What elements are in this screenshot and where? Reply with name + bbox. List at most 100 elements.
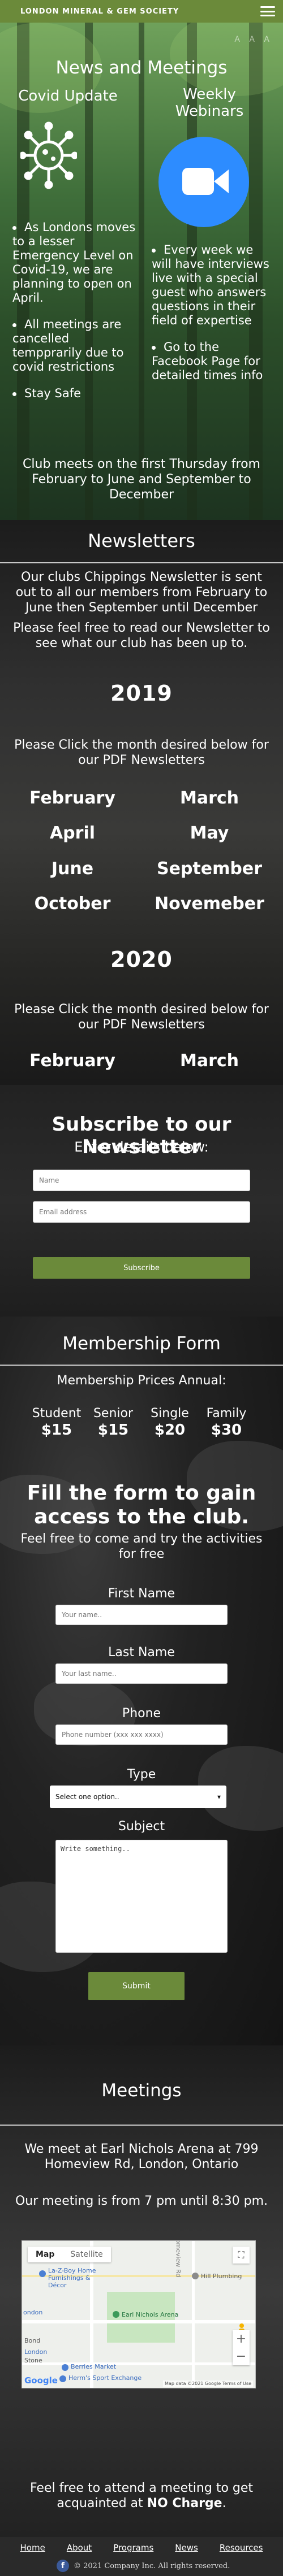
google-logo: Google: [24, 2375, 58, 2386]
meeting-time: Our meeting is from 7 pm until 8:30 pm.: [15, 2194, 268, 2208]
meeting-schedule-note: Club meets on the first Thursday from Fe…: [23, 457, 260, 502]
newsletter-prompt-2019: Please Click the month desired below for…: [14, 738, 269, 767]
newsletter-link-mar-2020[interactable]: March: [153, 1051, 266, 1071]
newsletters-section: Newsletters Our clubs Chippings Newslett…: [0, 520, 283, 1085]
site-brand[interactable]: LONDON MINERAL & GEM SOCIETY: [20, 7, 179, 16]
subscribe-button[interactable]: Subscribe: [33, 1257, 250, 1279]
newsletter-link-may-2019[interactable]: May: [153, 823, 266, 843]
google-map[interactable]: Map Satellite ⛶ La-Z-Boy Home Furnishing…: [22, 2240, 256, 2388]
last-name-input[interactable]: Your last name..: [55, 1663, 228, 1684]
last-name-label: Last Name: [108, 1645, 175, 1660]
price-single-label: Single: [151, 1406, 189, 1421]
map-label-lazboy: La-Z-Boy Home Furnishings & Décor: [48, 2267, 96, 2289]
footer-link-news[interactable]: News: [175, 2543, 198, 2553]
footer-nav: Home About Programs News Resources: [0, 2543, 283, 2553]
map-pin-icon[interactable]: [59, 2375, 66, 2382]
list-item: Every week we will have interviews live …: [152, 243, 269, 327]
meetings-section: Meetings We meet at Earl Nichols Arena a…: [0, 2045, 283, 2537]
virus-icon: [20, 121, 77, 189]
fullscreen-icon[interactable]: ⛶: [233, 2247, 250, 2264]
newsletter-link-feb-2019[interactable]: February: [16, 788, 129, 808]
list-item: All meetings are cancelled tempprarily d…: [12, 318, 124, 373]
accessibility-text-size[interactable]: A A A: [234, 35, 273, 44]
phone-input[interactable]: Phone number (xxx xxx xxxx): [55, 1724, 228, 1745]
map-label-homeview: Homeview Rd: [174, 2240, 182, 2278]
video-camera-icon: [158, 137, 249, 227]
map-tab-satellite[interactable]: Satellite: [62, 2247, 110, 2262]
first-name-input[interactable]: Your name..: [55, 1605, 228, 1625]
footer-link-programs[interactable]: Programs: [113, 2543, 153, 2553]
map-label-london: London: [24, 2348, 48, 2356]
divider: [0, 1365, 283, 1366]
price-senior-label: Senior: [93, 1406, 134, 1421]
footer: Home About Programs News Resources f © 2…: [0, 2537, 283, 2576]
map-type-tabs: Map Satellite: [28, 2247, 111, 2262]
newsletter-link-jun-2019[interactable]: June: [16, 859, 129, 879]
list-item: Stay Safe: [12, 386, 137, 401]
facebook-icon[interactable]: f: [57, 2560, 69, 2572]
map-pin-icon[interactable]: [192, 2273, 199, 2279]
newsletters-title: Newsletters: [88, 530, 195, 551]
subscribe-email-input[interactable]: Email address: [33, 1201, 250, 1223]
newsletter-link-feb-2020[interactable]: February: [16, 1051, 129, 1071]
membership-title: Membership Form: [62, 1333, 221, 1354]
map-pin-icon[interactable]: [113, 2311, 119, 2318]
newsletter-link-nov-2019[interactable]: Novemeber: [153, 894, 266, 914]
membership-type-select[interactable]: Select one option.. ▾: [50, 1786, 226, 1808]
map-tab-map[interactable]: Map: [28, 2247, 62, 2262]
newsletter-link-sep-2019[interactable]: September: [153, 859, 266, 879]
map-pin-icon[interactable]: [62, 2364, 68, 2371]
membership-section: Membership Form Membership Prices Annual…: [0, 1317, 283, 2045]
first-name-label: First Name: [108, 1587, 175, 1601]
subject-label: Subject: [118, 1819, 165, 1834]
year-2019-heading: 2019: [110, 681, 173, 706]
type-label: Type: [127, 1767, 156, 1782]
price-senior-value: $15: [97, 1422, 129, 1439]
subscribe-subtitle: Enter details below:: [74, 1139, 209, 1155]
map-label-arena: Earl Nichols Arena: [122, 2311, 179, 2318]
zoom-in-icon[interactable]: +: [233, 2330, 250, 2348]
submit-button[interactable]: Submit: [88, 1972, 185, 2000]
footer-link-home[interactable]: Home: [20, 2543, 45, 2553]
top-nav-bar: LONDON MINERAL & GEM SOCIETY: [0, 0, 283, 23]
map-label-ondon: ondon: [23, 2309, 43, 2316]
divider: [0, 562, 283, 563]
map-label-bond: Bond: [24, 2337, 41, 2344]
news-section: A A A News and Meetings Covid Update Wee…: [0, 23, 283, 520]
covid-list: As Londons moves to a lesser Emergency L…: [12, 220, 137, 413]
price-single-value: $20: [154, 1422, 186, 1439]
newsletter-invite: Please feel free to read our Newsletter …: [13, 621, 270, 650]
subject-textarea[interactable]: Write something..: [55, 1840, 228, 1953]
zoom-out-icon[interactable]: −: [233, 2348, 250, 2365]
no-charge-text: NO Charge: [147, 2496, 222, 2510]
map-label-hill-plumbing: Hill Plumbing: [201, 2273, 242, 2280]
footer-link-resources[interactable]: Resources: [220, 2543, 263, 2553]
webinar-title: Weekly Webinars: [175, 86, 244, 120]
map-label-herms: Herm's Sport Exchange: [68, 2374, 142, 2382]
membership-prices-title: Membership Prices Annual:: [57, 1374, 226, 1388]
subscribe-name-input[interactable]: Name: [33, 1170, 250, 1191]
covid-title: Covid Update: [18, 88, 118, 105]
meeting-location: We meet at Earl Nichols Arena at 799 Hom…: [24, 2142, 259, 2171]
list-item: Go to the Facebook Page for detailed tim…: [152, 340, 263, 382]
map-zoom-control: + −: [233, 2330, 250, 2365]
newsletter-link-apr-2019[interactable]: April: [16, 823, 129, 843]
webinar-list: Every week we will have interviews live …: [152, 243, 273, 395]
map-label-stone: Stone: [24, 2357, 42, 2364]
hamburger-menu-icon[interactable]: [260, 6, 275, 16]
map-pin-icon[interactable]: [39, 2270, 46, 2277]
footer-link-about[interactable]: About: [67, 2543, 92, 2553]
meetings-title: Meetings: [101, 2080, 182, 2101]
membership-fill-title: Fill the form to gain access to the club…: [27, 1482, 256, 1528]
meeting-closing-text: Feel free to attend a meeting to get acq…: [29, 2481, 254, 2510]
divider: [0, 2125, 283, 2126]
price-family-value: $30: [211, 1422, 242, 1439]
year-2020-heading: 2020: [110, 947, 173, 972]
membership-fill-subtitle: Feel free to come and try the activities…: [20, 1532, 263, 1561]
price-family-label: Family: [206, 1406, 247, 1421]
newsletter-link-mar-2019[interactable]: March: [153, 788, 266, 808]
price-student-label: Student: [32, 1406, 82, 1421]
chevron-down-icon: ▾: [217, 1793, 221, 1801]
newsletter-prompt-2020: Please Click the month desired below for…: [14, 1002, 269, 1032]
newsletter-link-oct-2019[interactable]: October: [16, 894, 129, 914]
